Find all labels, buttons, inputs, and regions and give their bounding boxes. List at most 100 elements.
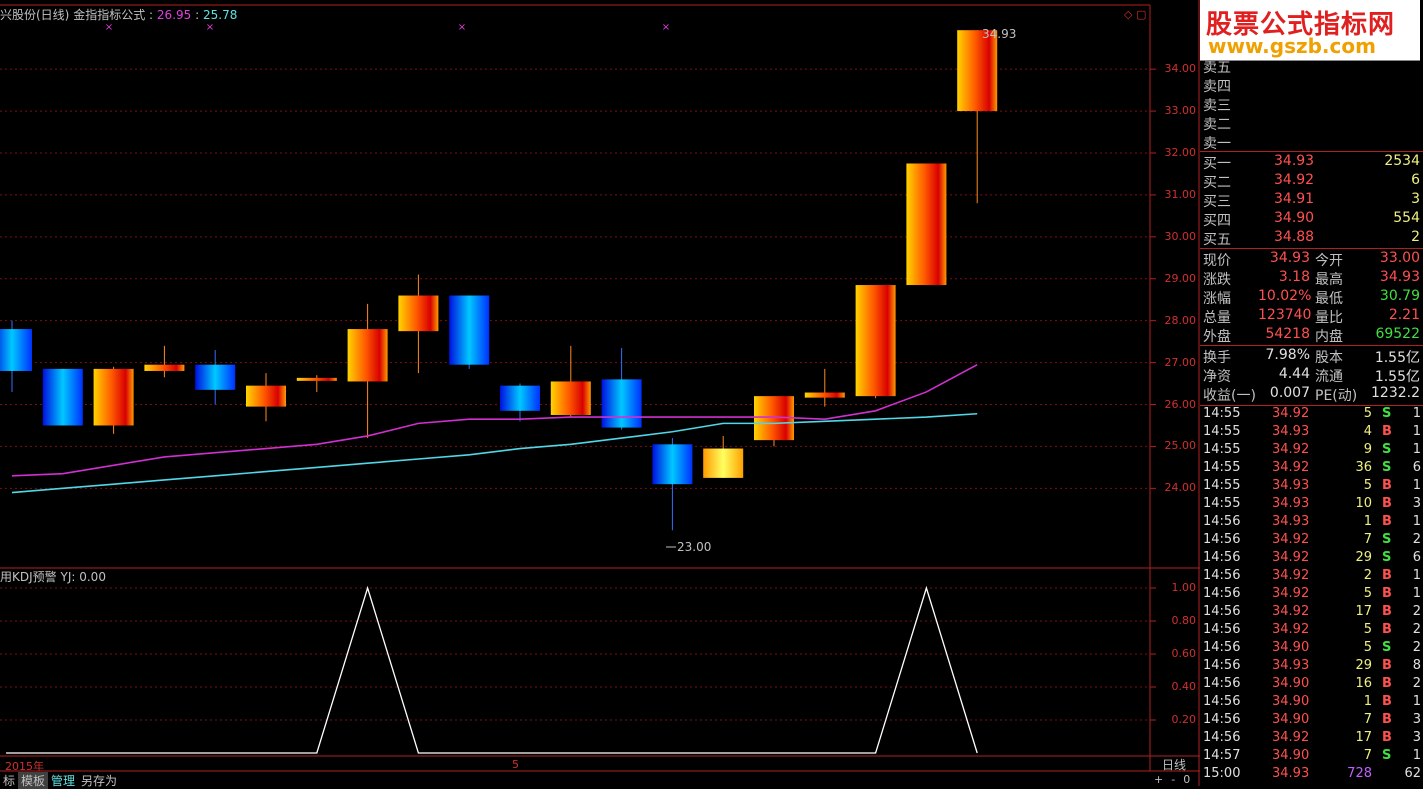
signal-marker: × (662, 22, 670, 33)
buy-level-row: 买三 34.91 3 (1200, 191, 1423, 210)
tick-volume: 4 (1363, 424, 1372, 439)
tick-count: 1 (1412, 478, 1421, 493)
tick-volume: 10 (1355, 496, 1372, 511)
indicator-name: 金指指标公式 (73, 8, 146, 22)
tick-count: 3 (1412, 712, 1421, 727)
buy-level-price: 34.93 (1274, 153, 1315, 169)
tick-volume: 5 (1363, 406, 1372, 421)
tick-price: 34.93 (1272, 496, 1310, 511)
price-tick-label: 24.00 (1164, 481, 1197, 495)
tick-price: 34.90 (1272, 640, 1310, 655)
x-label-month: 5 (512, 758, 519, 771)
quote-label: 最高 (1315, 272, 1343, 288)
chart-header: 兴股份(日线) 金指指标公式 : 26.95 : 25.78 (0, 6, 237, 24)
tick-volume: 5 (1363, 640, 1372, 655)
quote-label: 现价 (1203, 253, 1231, 269)
reset-button[interactable]: 0 (1179, 773, 1194, 786)
tick-side: B (1382, 586, 1392, 601)
tick-count: 2 (1412, 532, 1421, 547)
tick-time: 14:57 (1203, 748, 1241, 763)
tick-price: 34.90 (1272, 712, 1310, 727)
info-row: 换手 7.98% 股本 1.55亿 (1200, 347, 1423, 366)
tick-price: 34.92 (1272, 406, 1310, 421)
info-value: 1.55亿 (1374, 350, 1420, 366)
tick-volume: 29 (1355, 658, 1372, 673)
buy-level-volume: 2 (1411, 229, 1420, 245)
corner-buttons: + -0 (1150, 773, 1194, 786)
tick-side: B (1382, 658, 1392, 673)
info-label: 换手 (1203, 350, 1231, 366)
price-tick-label: 26.00 (1164, 397, 1197, 411)
kdj-tick-label: 0.40 (1171, 680, 1197, 693)
tick-side: B (1382, 424, 1392, 439)
tab-save-as[interactable]: 另存为 (78, 772, 120, 789)
quote-value: 3.18 (1278, 269, 1310, 285)
tick-time: 14:55 (1203, 424, 1241, 439)
stock-name: 兴股份(日线) (0, 8, 70, 22)
tab-template[interactable]: 模板 (18, 772, 49, 789)
candle-body (449, 295, 490, 365)
kdj-header: 用KDJ预警 YJ: 0.00 (0, 568, 106, 585)
tick-time: 14:56 (1203, 550, 1241, 565)
tick-side: B (1382, 478, 1392, 493)
period-label[interactable]: 日线 (1162, 756, 1186, 773)
tick-count: 1 (1412, 442, 1421, 457)
quote-value: 54218 (1265, 326, 1310, 342)
info-value: 0.007 (1269, 385, 1310, 401)
candle-body (144, 364, 185, 371)
tab-indicator[interactable]: 标 (0, 772, 18, 789)
quote-row: 涨幅 10.02% 最低 30.79 (1200, 288, 1423, 307)
tick-volume: 1 (1363, 694, 1372, 709)
tick-price: 34.93 (1272, 766, 1310, 781)
quote-label: 内盘 (1315, 329, 1343, 345)
sell-level-label: 卖三 (1203, 98, 1231, 114)
candlestick-chart[interactable]: × × × × (0, 0, 1200, 786)
info-row: 净资 4.44 流通 1.55亿 (1200, 366, 1423, 385)
candle-body (398, 295, 439, 332)
kdj-value: 0.00 (79, 570, 106, 584)
buy-level-volume: 2534 (1384, 153, 1420, 169)
high-annotation: 34.93 (982, 27, 1017, 41)
quote-value: 33.00 (1379, 250, 1420, 266)
tick-price: 34.92 (1272, 730, 1310, 745)
kdj-tick-label: 0.20 (1171, 713, 1197, 726)
quote-sidebar: 卖五 卖四 卖三 卖二 卖一 买一 34.93 2534 买二 34.92 6 买三 34.… (1200, 0, 1423, 786)
zoom-in-button[interactable]: + (1150, 773, 1167, 786)
tick-row: 14:56 34.93 29 B 8 (1200, 658, 1423, 676)
ma-slow-line (11, 412, 978, 494)
price-tick-label: 32.00 (1164, 146, 1197, 159)
tick-side: S (1382, 748, 1392, 763)
price-tick-label: 30.00 (1164, 229, 1197, 243)
tick-count: 2 (1412, 676, 1421, 691)
candle-body (0, 329, 32, 371)
tick-count: 2 (1412, 622, 1421, 637)
tick-count: 1 (1412, 514, 1421, 529)
tick-volume: 5 (1363, 622, 1372, 637)
tick-volume: 2 (1363, 568, 1372, 583)
window-buttons[interactable]: ◇ ▢ (1124, 8, 1146, 21)
tick-time: 14:56 (1203, 676, 1241, 691)
tick-row: 14:55 34.93 4 B 1 (1200, 424, 1423, 442)
tick-volume: 9 (1363, 442, 1372, 457)
quote-row: 总量 123740 量比 2.21 (1200, 307, 1423, 326)
site-logo: 股票公式指标网 www.gszb.com (1200, 0, 1420, 61)
kdj-tick-label: 1.00 (1171, 581, 1197, 594)
tick-side: B (1382, 604, 1392, 619)
tick-price: 34.92 (1272, 622, 1310, 637)
info-value: 7.98% (1265, 347, 1310, 363)
sell-level-label: 卖二 (1203, 117, 1231, 133)
tick-price: 34.93 (1272, 658, 1310, 673)
tick-count: 1 (1412, 694, 1421, 709)
quote-value: 34.93 (1269, 250, 1310, 266)
zoom-out-button[interactable]: - (1167, 773, 1179, 786)
tick-time: 14:56 (1203, 658, 1241, 673)
tick-time: 14:56 (1203, 694, 1241, 709)
tick-row: 14:56 34.92 5 B 2 (1200, 622, 1423, 640)
quote-label: 量比 (1315, 310, 1343, 326)
indicator-v1: 26.95 (156, 8, 192, 22)
tick-count: 6 (1412, 460, 1421, 475)
info-label: 流通 (1315, 369, 1343, 385)
tick-side: S (1382, 550, 1392, 565)
buy-level-price: 34.88 (1274, 229, 1315, 245)
tab-manage[interactable]: 管理 (48, 772, 78, 789)
